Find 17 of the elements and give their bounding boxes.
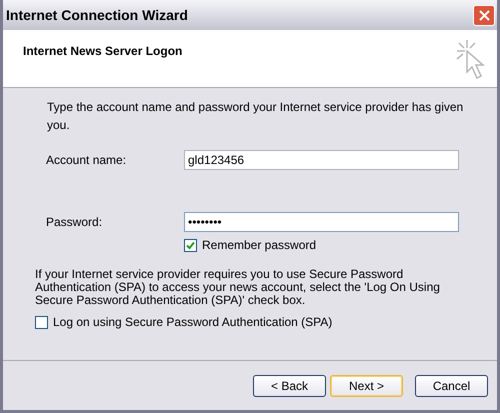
instruction-text: Type the account name and password your Internet service provider has given you.: [47, 99, 464, 134]
close-button[interactable]: [473, 4, 495, 26]
window-title: Internet Connection Wizard: [6, 6, 188, 24]
spa-note: If your Internet service provider requires you to use Secure Password Authentication (SPA) to access your news account, select the 'Log On Using Secure Password Authentication (SPA)' check box.: [35, 268, 441, 307]
checkbox-label: Remember password: [202, 237, 316, 254]
wizard-button[interactable]: Next >: [330, 374, 403, 396]
checkbox[interactable]: [35, 316, 48, 328]
field-label: Password:: [46, 214, 104, 231]
field-label: Account name:: [46, 152, 128, 169]
text-field[interactable]: ••••••••: [184, 212, 459, 232]
text-field[interactable]: gld123456: [184, 150, 459, 170]
wizard-button[interactable]: < Back: [253, 374, 326, 396]
page-title: Internet News Server Logon: [23, 43, 182, 60]
wizard-button[interactable]: Cancel: [415, 374, 488, 396]
close-icon: [478, 10, 490, 20]
checkbox-label: Log on using Secure Password Authentication (SPA): [53, 314, 332, 331]
checkbox[interactable]: [184, 238, 197, 252]
